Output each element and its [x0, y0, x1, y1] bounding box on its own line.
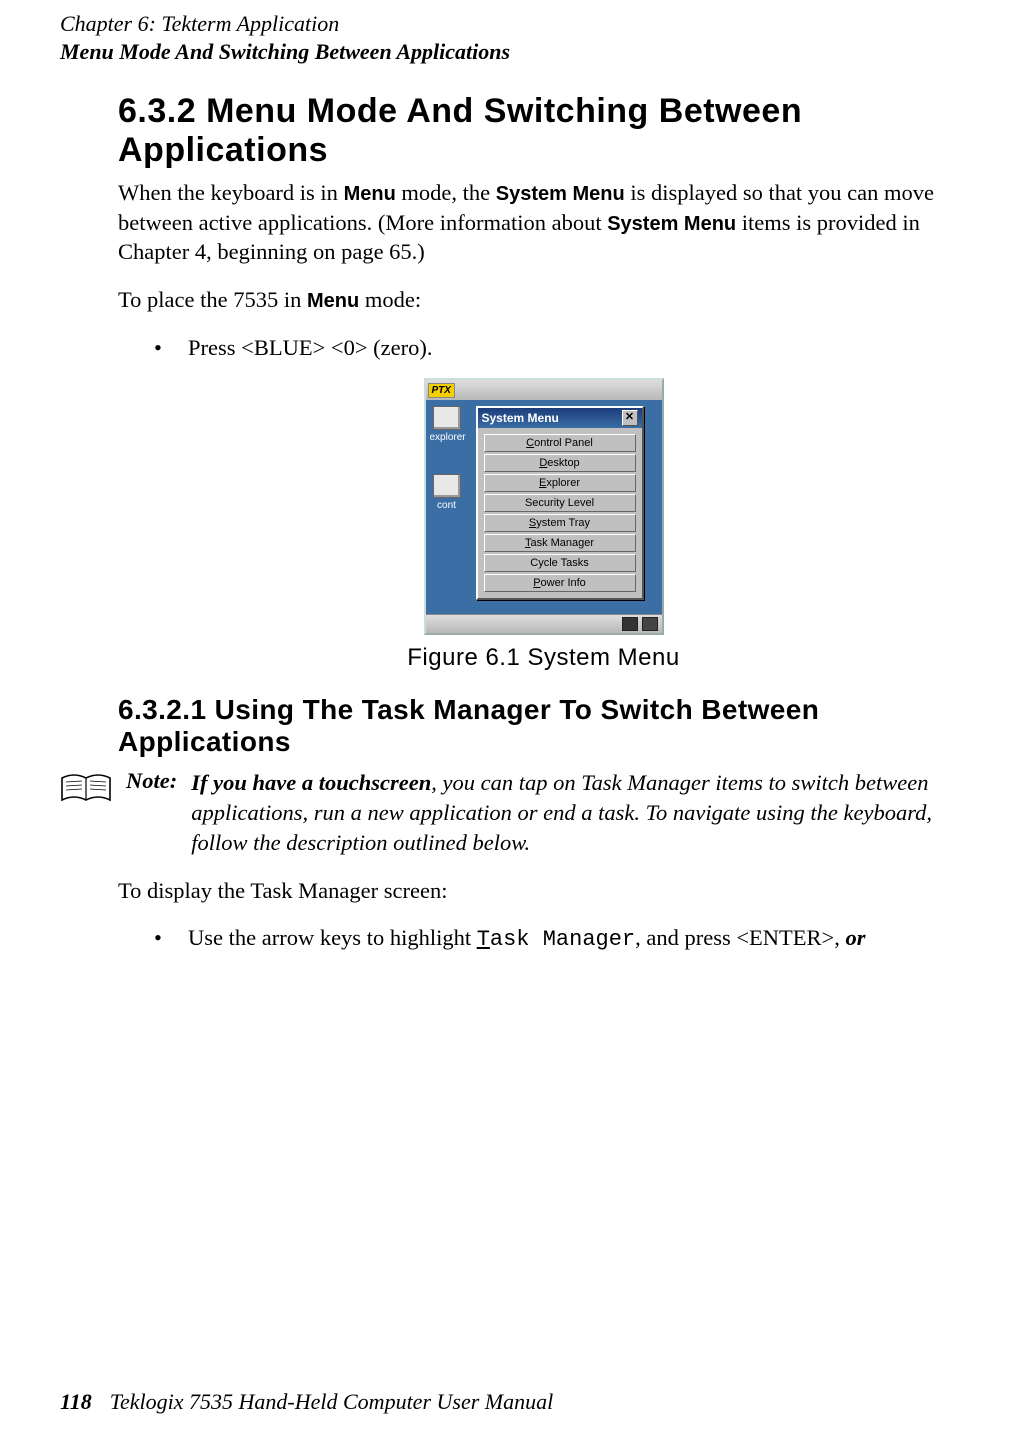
menu-item-power-info[interactable]: Power Info: [484, 574, 636, 592]
page-footer: 118 Teklogix 7535 Hand-Held Computer User…: [60, 1389, 553, 1415]
chapter-label: Chapter 6: Tekterm Application: [60, 11, 339, 36]
menu-item-control-panel[interactable]: Control Panel: [484, 434, 636, 452]
item-text: esktop: [547, 457, 579, 469]
menu-word: Menu: [344, 183, 396, 205]
ptx-badge: PTX: [428, 383, 455, 398]
menu-item-desktop[interactable]: Desktop: [484, 454, 636, 472]
paragraph-3: To display the Task Manager screen:: [118, 876, 969, 906]
close-icon[interactable]: ✕: [622, 410, 638, 426]
menu-item-explorer[interactable]: Explorer: [484, 474, 636, 492]
menu-item-security-level[interactable]: Security Level: [484, 494, 636, 512]
icon-label: cont: [437, 500, 456, 511]
heading-6-3-2-1: 6.3.2.1 Using The Task Manager To Switch…: [118, 694, 969, 758]
system-menu-titlebar: System Menu ✕: [478, 408, 642, 428]
note-lead-bold: If you have a touchscreen: [191, 770, 431, 795]
item-text: ask Manager: [530, 537, 594, 549]
system-menu-window: System Menu ✕ Control Panel Desktop Expl…: [476, 406, 644, 600]
figure-6-1: PTX explorer cont System Menu ✕: [118, 378, 969, 672]
footer-text: Teklogix 7535 Hand-Held Computer User Ma…: [110, 1389, 553, 1414]
book-icon: [60, 770, 112, 808]
system-menu-screenshot: PTX explorer cont System Menu ✕: [424, 378, 664, 635]
text-run: When the keyboard is in: [118, 180, 344, 205]
paragraph-2: To place the 7535 in Menu mode:: [118, 285, 969, 315]
figure-caption: Figure 6.1 System Menu: [118, 644, 969, 672]
page: Chapter 6: Tekterm Application Menu Mode…: [0, 0, 1017, 1451]
or-word: or: [846, 925, 866, 950]
menu-item-system-tray[interactable]: System Tray: [484, 514, 636, 532]
text-run: mode:: [359, 287, 421, 312]
system-menu-word: System Menu: [496, 183, 625, 205]
folder-icon: [433, 474, 461, 498]
item-text: Cycle Tasks: [530, 557, 588, 569]
window-title: System Menu: [482, 411, 559, 425]
item-text: ower Info: [541, 577, 586, 589]
desktop-icon-explorer: explorer: [430, 406, 464, 443]
system-menu-word-2: System Menu: [607, 213, 736, 235]
system-menu-body: Control Panel Desktop Explorer Security …: [478, 428, 642, 598]
mnemonic: C: [526, 437, 534, 449]
text-run: mode, the: [396, 180, 496, 205]
desktop-icon-cont: cont: [430, 474, 464, 511]
bullet-2: Use the arrow keys to highlight Task Man…: [154, 923, 969, 954]
text-run: To place the 7535 in: [118, 287, 307, 312]
pda-desktop: explorer cont System Menu ✕ Control Pane…: [426, 400, 662, 614]
pda-statusbar: [426, 614, 662, 633]
bullet-1: Press <BLUE> <0> (zero).: [154, 333, 969, 363]
note-label: Note:: [126, 768, 177, 794]
note-block: Note: If you have a touchscreen, you can…: [118, 768, 969, 857]
folder-icon: [433, 406, 461, 430]
keyboard-icon: [642, 617, 658, 631]
text-run: , and press <ENTER>,: [635, 925, 845, 950]
paragraph-1: When the keyboard is in Menu mode, the S…: [118, 178, 969, 267]
running-header: Chapter 6: Tekterm Application Menu Mode…: [60, 10, 510, 65]
bullet-list-1: Press <BLUE> <0> (zero).: [154, 333, 969, 363]
item-text: xplorer: [546, 477, 580, 489]
page-number: 118: [60, 1389, 92, 1414]
content-area: 6.3.2 Menu Mode And Switching Between Ap…: [118, 92, 969, 968]
text-run: Use the arrow keys to highlight: [188, 925, 477, 950]
menu-word-2: Menu: [307, 290, 359, 312]
lock-icon: [622, 617, 638, 631]
section-label: Menu Mode And Switching Between Applicat…: [60, 39, 510, 64]
task-manager-mono: Task Manager: [477, 927, 635, 952]
heading-6-3-2: 6.3.2 Menu Mode And Switching Between Ap…: [118, 92, 969, 170]
mono-rest: ask Manager: [490, 927, 635, 952]
icon-label: explorer: [430, 432, 466, 443]
item-text: ontrol Panel: [534, 437, 593, 449]
menu-item-cycle-tasks[interactable]: Cycle Tasks: [484, 554, 636, 572]
item-text: ystem Tray: [536, 517, 590, 529]
note-text: If you have a touchscreen, you can tap o…: [191, 768, 969, 857]
mnemonic: T: [477, 927, 490, 952]
menu-item-task-manager[interactable]: Task Manager: [484, 534, 636, 552]
item-text: Security Level: [525, 497, 594, 509]
mnemonic: P: [533, 577, 540, 589]
bullet-list-2: Use the arrow keys to highlight Task Man…: [154, 923, 969, 954]
pda-taskbar: PTX: [426, 380, 662, 400]
